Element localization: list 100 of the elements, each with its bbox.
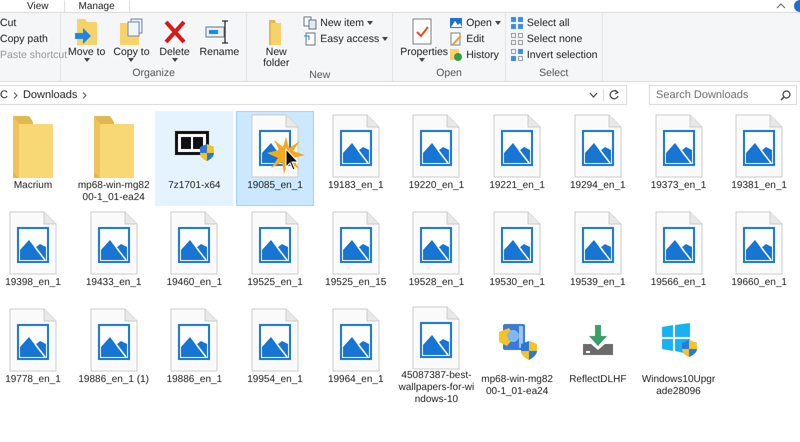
group-label: New bbox=[309, 69, 330, 81]
file-item[interactable]: mp68-win-mg8200-1_01-ea24 bbox=[74, 111, 153, 206]
image-file-icon bbox=[735, 211, 784, 275]
image-file-icon bbox=[9, 211, 57, 275]
search-icon bbox=[780, 90, 791, 101]
image-file-icon bbox=[332, 114, 380, 178]
ribbon-button[interactable]: Edit bbox=[449, 32, 501, 46]
new-item-icon bbox=[303, 16, 318, 30]
image-file-icon bbox=[90, 308, 138, 372]
file-item[interactable]: 19525_en_15 bbox=[316, 208, 395, 303]
caret-icon bbox=[367, 21, 374, 25]
edit-icon bbox=[449, 32, 464, 46]
ribbon-button[interactable]: Rename bbox=[196, 16, 242, 58]
ribbon-button[interactable]: History bbox=[449, 48, 501, 62]
group-label: Select bbox=[539, 67, 568, 79]
ribbon-button[interactable]: Cut bbox=[0, 16, 68, 30]
image-file-icon bbox=[332, 211, 380, 275]
file-item[interactable]: 19964_en_1 bbox=[316, 305, 395, 400]
file-item[interactable]: Windows10Upgrade28096 bbox=[640, 305, 718, 400]
file-item[interactable]: 19566_en_1 bbox=[640, 208, 718, 303]
ribbon-button[interactable]: Copy to bbox=[110, 16, 153, 62]
file-item[interactable]: 19183_en_1 bbox=[316, 111, 395, 206]
file-item[interactable]: mp68-win-mg8200-1_01-ea24 bbox=[478, 305, 556, 400]
ribbon-button[interactable]: Properties bbox=[397, 16, 448, 62]
image-file-icon bbox=[493, 211, 542, 275]
image-file-icon bbox=[735, 114, 784, 178]
ribbon-tab[interactable]: View bbox=[12, 0, 64, 12]
open-icon bbox=[449, 16, 464, 30]
select-none-icon bbox=[510, 32, 524, 46]
image-file-icon bbox=[251, 211, 300, 275]
ribbon-button[interactable]: Select none bbox=[510, 32, 598, 46]
file-item[interactable]: 19530_en_1 bbox=[478, 208, 556, 303]
file-item[interactable]: 19398_en_1 bbox=[0, 208, 72, 303]
windows-setup-icon bbox=[660, 323, 696, 357]
caret-icon bbox=[382, 37, 388, 41]
select-all-icon bbox=[510, 16, 524, 30]
group-label: Organize bbox=[132, 67, 175, 79]
breadcrumb[interactable]: Downloads bbox=[22, 89, 78, 101]
file-item[interactable]: 19528_en_1 bbox=[397, 208, 476, 303]
image-file-icon bbox=[170, 211, 218, 275]
file-item[interactable]: 19373_en_1 bbox=[640, 111, 718, 206]
chevron-down-icon[interactable] bbox=[589, 92, 598, 98]
ribbon-button[interactable]: Select all bbox=[510, 16, 598, 30]
folder-icon bbox=[92, 114, 136, 178]
image-file-icon bbox=[493, 114, 542, 178]
file-item[interactable]: 19381_en_1 bbox=[720, 111, 798, 206]
file-item[interactable]: 45087387-best-wallpapers-for-windows-10 bbox=[397, 305, 476, 400]
file-item[interactable]: 19220_en_1 bbox=[397, 111, 476, 206]
ribbon-button[interactable]: New item bbox=[303, 16, 388, 30]
file-item[interactable]: 19660_en_1 bbox=[720, 208, 798, 303]
file-item[interactable]: 19460_en_1 bbox=[155, 208, 234, 303]
image-file-icon bbox=[412, 114, 460, 178]
image-file-icon bbox=[170, 308, 218, 372]
file-item[interactable]: 19954_en_1 bbox=[236, 305, 314, 400]
ribbon-button[interactable]: Copy path bbox=[0, 32, 68, 46]
file-item[interactable]: Macrium bbox=[0, 111, 72, 206]
image-file-icon bbox=[412, 306, 460, 370]
file-item[interactable]: 19886_en_1 bbox=[155, 305, 234, 400]
file-item[interactable]: 7z1701-x64 bbox=[155, 111, 234, 206]
image-file-icon bbox=[9, 308, 57, 372]
caret-icon bbox=[172, 58, 178, 62]
mouse-cursor-drawing bbox=[266, 135, 306, 175]
address-bar[interactable]: C Downloads bbox=[0, 85, 627, 105]
file-item[interactable]: 19778_en_1 bbox=[0, 305, 72, 400]
breadcrumb[interactable]: C bbox=[0, 89, 8, 101]
caret-icon bbox=[494, 21, 501, 25]
caret-icon bbox=[128, 58, 134, 62]
image-file-icon bbox=[90, 211, 138, 275]
file-item[interactable]: 19085_en_1 bbox=[236, 111, 314, 206]
ribbon-button[interactable]: Open bbox=[449, 16, 501, 30]
caret-icon bbox=[84, 58, 90, 62]
chevron-right-icon bbox=[82, 92, 88, 98]
archiver-app-icon bbox=[174, 130, 214, 162]
file-item[interactable]: 19525_en_1 bbox=[236, 208, 314, 303]
refresh-icon[interactable] bbox=[603, 89, 620, 101]
easy-access-icon bbox=[303, 32, 318, 46]
copy-folder-icon bbox=[117, 17, 146, 47]
file-item[interactable]: 19539_en_1 bbox=[558, 208, 637, 303]
invert-selection-icon bbox=[510, 48, 524, 62]
file-item[interactable]: 19294_en_1 bbox=[558, 111, 637, 206]
folder-icon bbox=[11, 114, 55, 178]
file-item[interactable]: 19221_en_1 bbox=[478, 111, 556, 206]
group-label: Open bbox=[436, 67, 462, 79]
image-file-icon bbox=[654, 211, 702, 275]
image-file-icon bbox=[654, 114, 702, 178]
ribbon-button[interactable]: Delete bbox=[154, 16, 195, 62]
file-item[interactable]: ReflectDLHF bbox=[558, 305, 637, 400]
ribbon-button[interactable]: Invert selection bbox=[510, 48, 598, 62]
history-icon bbox=[449, 48, 464, 62]
chevron-up-icon[interactable] bbox=[776, 3, 786, 9]
image-file-icon bbox=[574, 211, 622, 275]
image-file-icon bbox=[574, 114, 622, 178]
file-item[interactable]: 19886_en_1 (1) bbox=[74, 305, 153, 400]
image-file-icon bbox=[332, 308, 380, 372]
search-field[interactable]: Search Downloads bbox=[649, 85, 797, 105]
download-icon bbox=[582, 324, 614, 356]
ribbon-button[interactable]: Easy access bbox=[303, 32, 388, 46]
file-item[interactable]: 19433_en_1 bbox=[74, 208, 153, 303]
ribbon-button[interactable]: New folder bbox=[251, 16, 302, 69]
caret-icon bbox=[419, 58, 426, 62]
